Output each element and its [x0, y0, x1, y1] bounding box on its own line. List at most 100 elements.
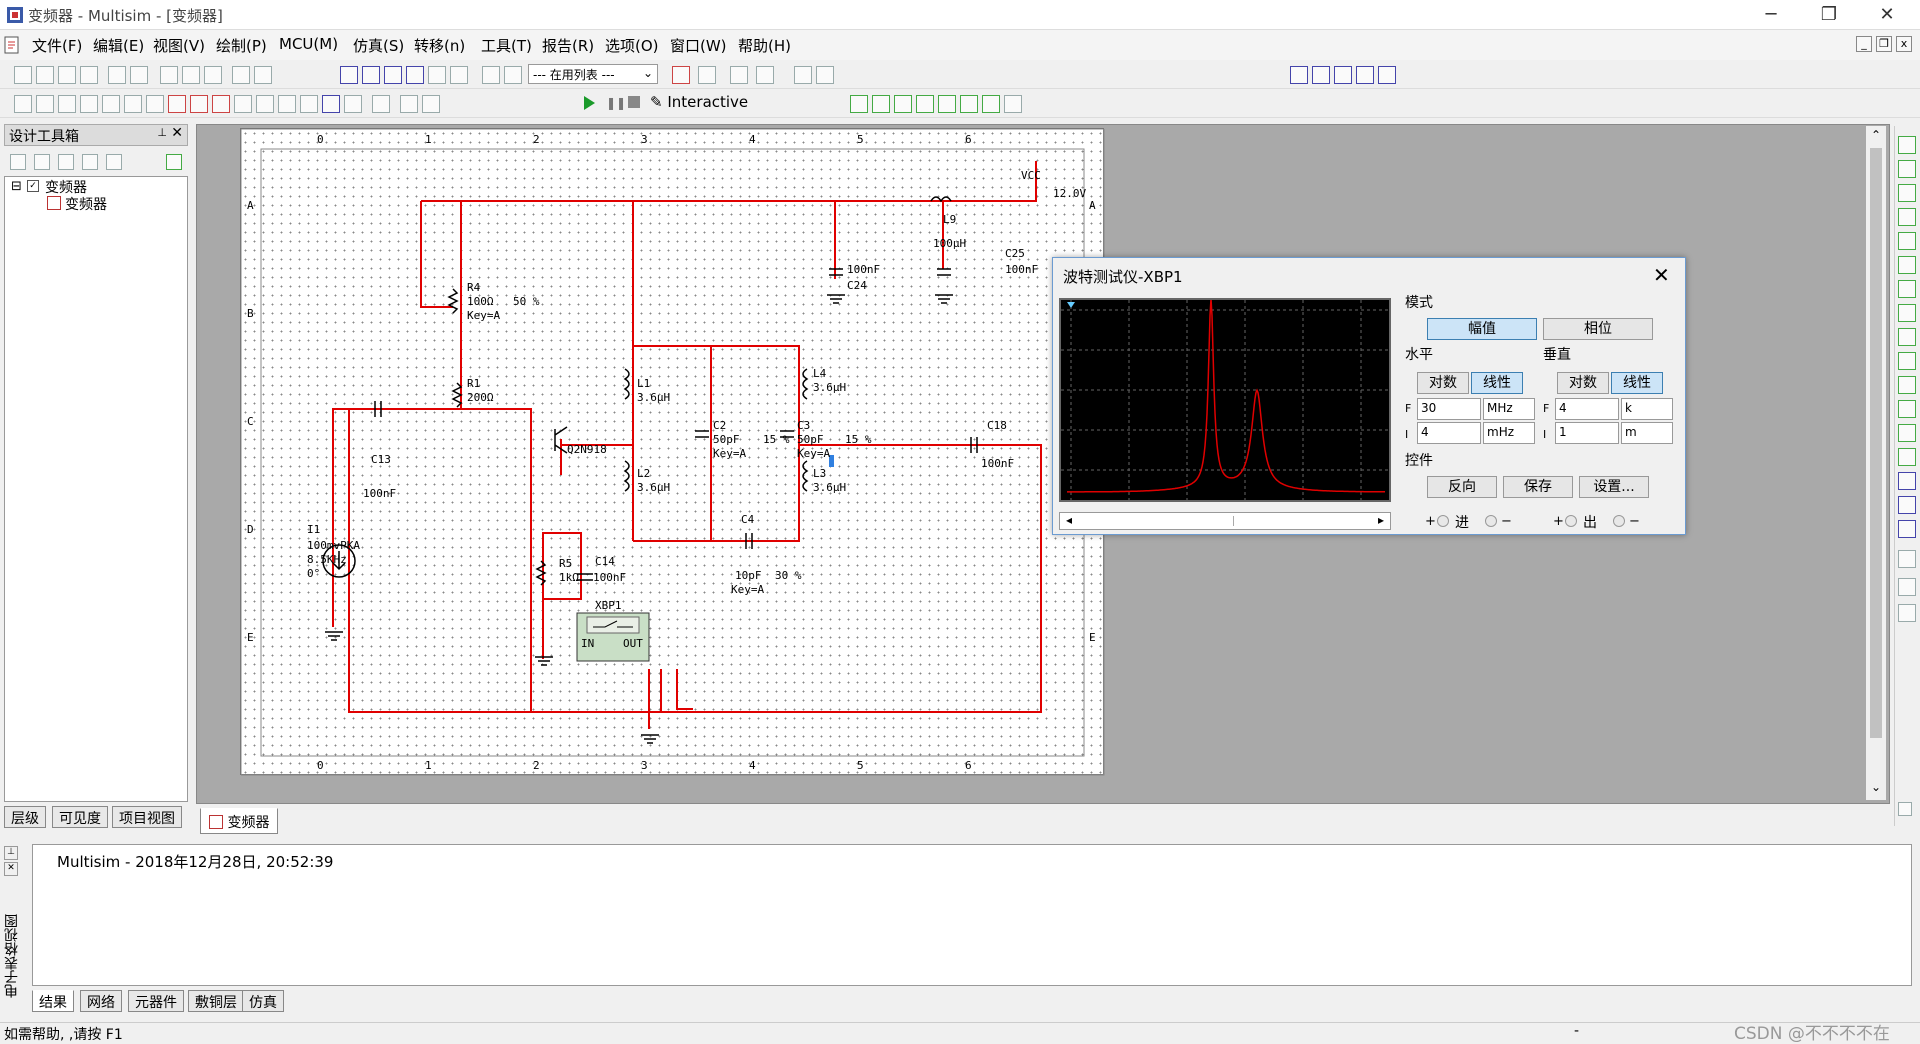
bode-scrollbar[interactable]: ◂ ▸ — [1059, 512, 1391, 530]
mixed-icon[interactable] — [190, 95, 208, 113]
rf-icon[interactable] — [278, 95, 296, 113]
analog-icon[interactable] — [102, 95, 120, 113]
find-icon[interactable] — [794, 66, 812, 84]
menu-window[interactable]: 窗口(W) — [670, 35, 727, 56]
print-icon[interactable] — [108, 66, 126, 84]
logic-analyzer-icon[interactable] — [1898, 352, 1916, 370]
schematic-sheet[interactable]: 0 1 2 3 4 5 6 0 1 2 3 4 5 6 A B C D E A … — [240, 128, 1105, 776]
settings-button[interactable]: 设置... — [1579, 476, 1649, 498]
distortion-analyzer-icon[interactable] — [1898, 400, 1916, 418]
probe-settings-gear-icon[interactable] — [1004, 95, 1022, 113]
menu-options[interactable]: 选项(O) — [605, 35, 659, 56]
i1-label[interactable]: I1 — [307, 523, 320, 536]
transistor-label[interactable]: Q2N918 — [567, 443, 607, 456]
bode-plotter-icon[interactable] — [1898, 256, 1916, 274]
close-design-icon[interactable] — [82, 154, 98, 170]
new-design-icon[interactable] — [10, 154, 26, 170]
misc-digital-icon[interactable] — [168, 95, 186, 113]
arrow-left-icon[interactable]: ◂ — [1066, 513, 1072, 527]
r1-label[interactable]: R1 — [467, 377, 480, 390]
tektronix-oscilloscope-icon[interactable] — [1898, 550, 1916, 568]
agilent-generator-icon[interactable] — [1898, 472, 1916, 490]
tab-visibility[interactable]: 可见度 — [52, 806, 108, 828]
iv-analyzer-icon[interactable] — [1898, 376, 1916, 394]
checkbox-icon[interactable]: ✓ — [27, 180, 39, 192]
menu-edit[interactable]: 编辑(E) — [93, 35, 144, 56]
tree-item-page[interactable]: 变频器 — [65, 194, 107, 214]
menu-transfer[interactable]: 转移(n) — [414, 35, 465, 56]
transistor-icon[interactable] — [80, 95, 98, 113]
database-icon[interactable] — [384, 66, 402, 84]
interactive-mode-button[interactable]: ✎ Interactive — [650, 93, 748, 111]
probe-reference-icon[interactable] — [982, 95, 1000, 113]
bus-icon[interactable] — [372, 95, 390, 113]
menu-view[interactable]: 视图(V) — [153, 35, 205, 56]
v-i-value[interactable]: 1 — [1555, 422, 1619, 444]
ladder-icon[interactable] — [344, 95, 362, 113]
logic-converter-icon[interactable] — [1898, 328, 1916, 346]
open-design-icon[interactable] — [34, 154, 50, 170]
back-annotate-icon[interactable] — [698, 66, 716, 84]
l4-label[interactable]: L4 — [813, 367, 826, 380]
diode-icon[interactable] — [58, 95, 76, 113]
magnitude-button[interactable]: 幅值 — [1427, 318, 1537, 340]
tree-collapse-icon[interactable]: ⊟ — [11, 179, 22, 194]
new-page-icon[interactable] — [106, 154, 122, 170]
scroll-thumb[interactable] — [1870, 148, 1882, 738]
basic-icon[interactable] — [36, 95, 54, 113]
cmos-icon[interactable] — [146, 95, 164, 113]
h-i-value[interactable]: 4 — [1417, 422, 1481, 444]
agilent-multimeter-icon[interactable] — [1898, 496, 1916, 514]
pause-icon[interactable]: ❚❚ — [606, 96, 626, 110]
tab-copper-layers[interactable]: 敷铜层 — [188, 990, 244, 1012]
c14-label[interactable]: C14 — [595, 555, 615, 568]
menu-file[interactable]: 文件(F) — [32, 35, 82, 56]
probe-power-icon[interactable] — [894, 95, 912, 113]
frequency-counter-icon[interactable] — [1898, 280, 1916, 298]
save-button[interactable]: 保存 — [1503, 476, 1573, 498]
h-i-unit[interactable]: mHz — [1483, 422, 1535, 444]
tab-hierarchy[interactable]: 层级 — [4, 806, 46, 828]
copy-icon[interactable] — [182, 66, 200, 84]
component-wizard-icon[interactable] — [482, 66, 500, 84]
c24-label[interactable]: C24 — [847, 279, 867, 292]
l9-label[interactable]: L9 — [943, 213, 956, 226]
v-i-unit[interactable]: m — [1621, 422, 1673, 444]
menu-simulate[interactable]: 仿真(S) — [353, 35, 404, 56]
vcc-label[interactable]: VCC — [1021, 169, 1041, 182]
in-plus-terminal-icon[interactable] — [1437, 515, 1449, 527]
run-icon[interactable] — [582, 95, 596, 111]
menu-reports[interactable]: 报告(R) — [542, 35, 594, 56]
electromechanical-icon[interactable] — [300, 95, 318, 113]
erc-icon[interactable] — [672, 66, 690, 84]
function-generator-icon[interactable] — [1898, 160, 1916, 178]
tab-components[interactable]: 元器件 — [128, 990, 184, 1012]
bode-scroll-track[interactable] — [1088, 516, 1234, 526]
transfer-icon[interactable] — [756, 66, 774, 84]
tab-results[interactable]: 结果 — [32, 990, 74, 1012]
sheet-tab[interactable]: 变频器 — [200, 808, 279, 834]
scroll-down-icon[interactable]: ⌄ — [1871, 780, 1881, 794]
scroll-up-icon[interactable]: ⌃ — [1871, 128, 1881, 142]
bode-close-icon[interactable]: ✕ — [1653, 263, 1670, 287]
help-icon[interactable] — [816, 66, 834, 84]
description-box-icon[interactable] — [450, 66, 468, 84]
reverse-button[interactable]: 反向 — [1427, 476, 1497, 498]
grapher-icon[interactable] — [428, 66, 446, 84]
spreadsheet-icon[interactable] — [362, 66, 380, 84]
in-minus-terminal-icon[interactable] — [1485, 515, 1497, 527]
h-f-value[interactable]: 30 — [1417, 398, 1481, 420]
l2-label[interactable]: L2 — [637, 467, 650, 480]
spectrum-analyzer-icon[interactable] — [1898, 424, 1916, 442]
source-icon[interactable] — [14, 95, 32, 113]
zoom-sheet-icon[interactable] — [1356, 66, 1374, 84]
open-sample-icon[interactable] — [58, 66, 76, 84]
stop-icon[interactable] — [628, 96, 640, 108]
wattmeter-icon[interactable] — [1898, 184, 1916, 202]
menu-mcu[interactable]: MCU(M) — [279, 35, 338, 53]
zoom-area-icon[interactable] — [1334, 66, 1352, 84]
open-icon[interactable] — [36, 66, 54, 84]
new-icon[interactable] — [14, 66, 32, 84]
document-icon[interactable] — [3, 36, 21, 54]
phase-button[interactable]: 相位 — [1543, 318, 1653, 340]
